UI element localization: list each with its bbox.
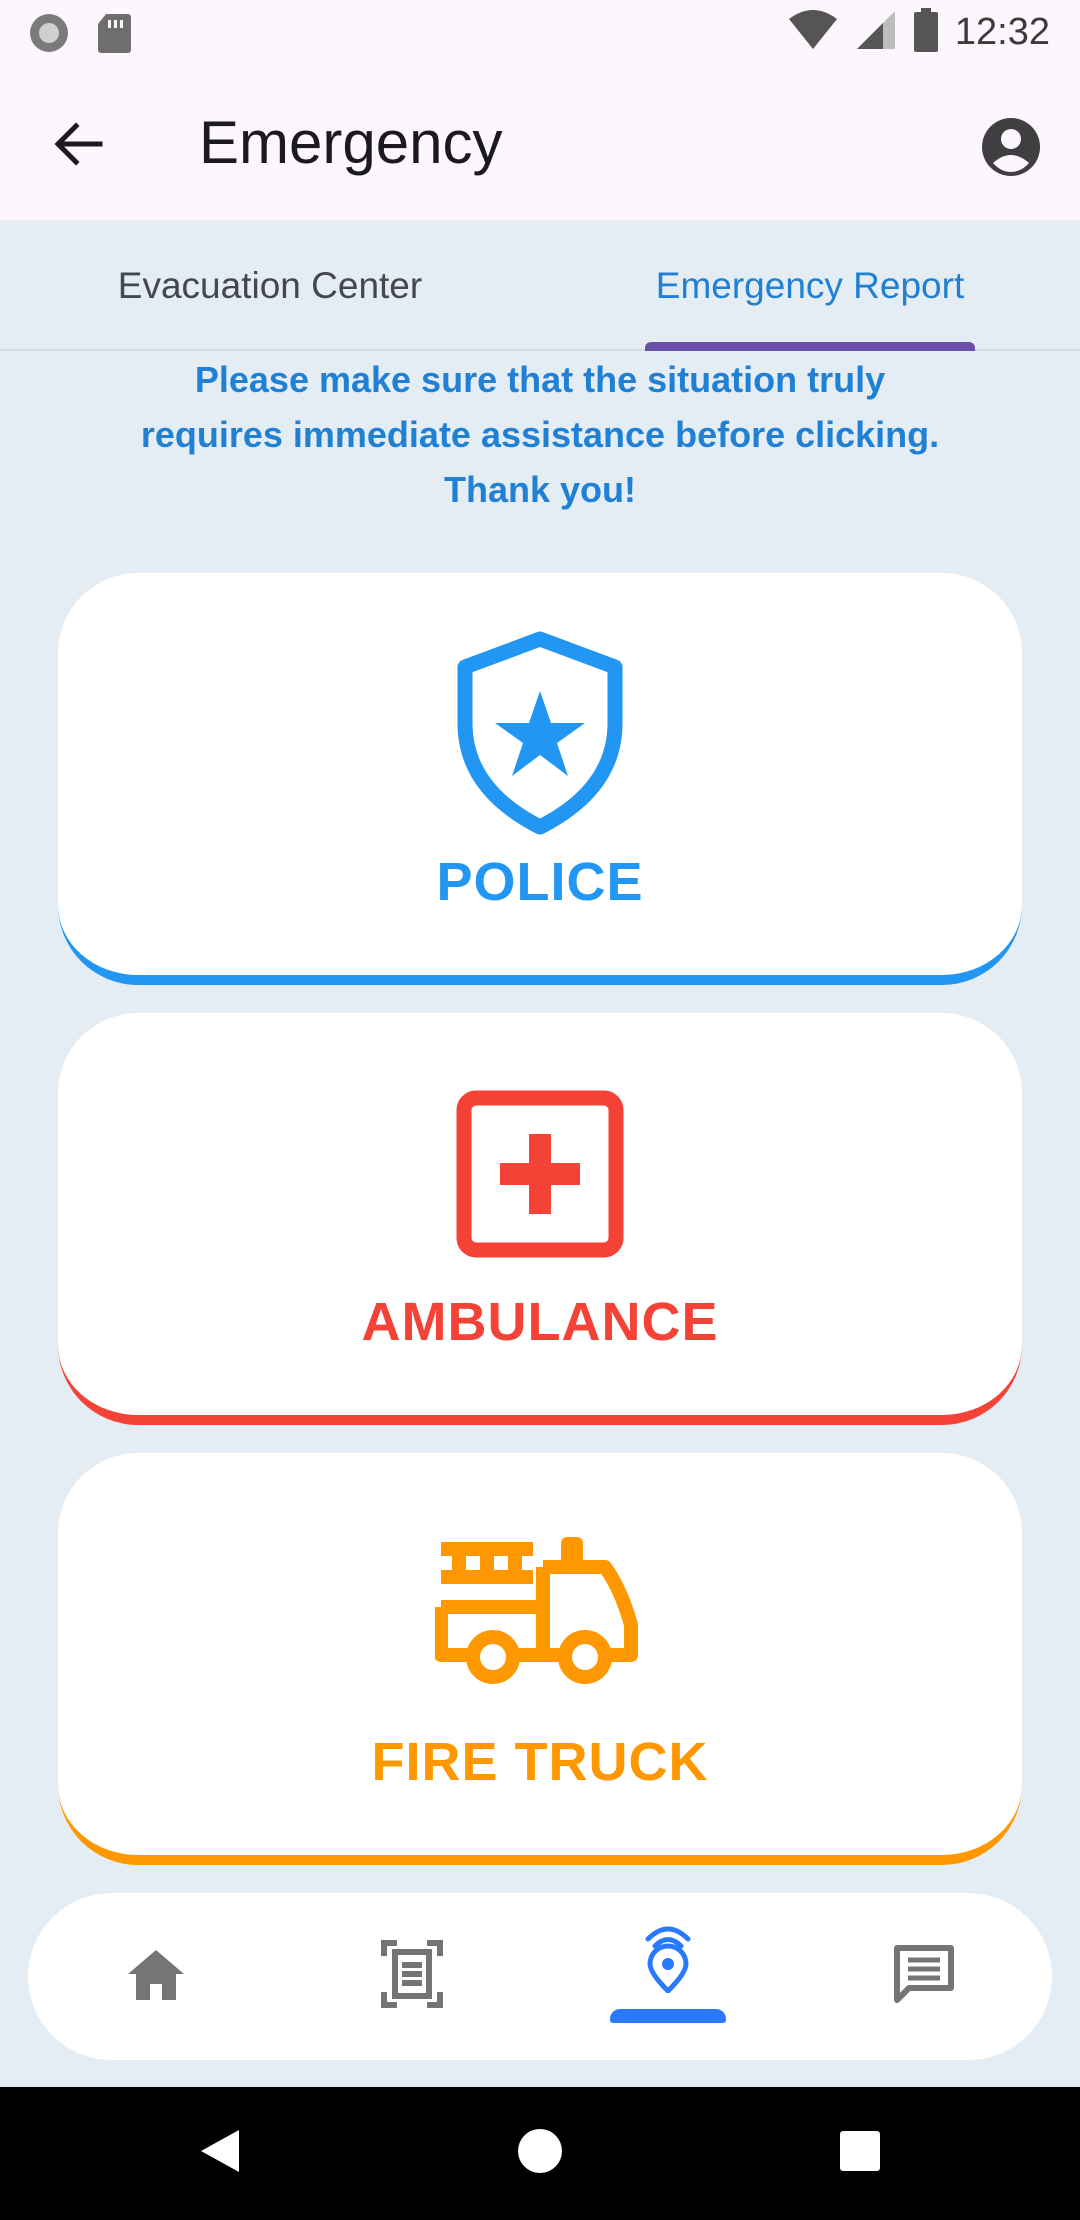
tab-indicator: [645, 342, 975, 351]
battery-icon: [913, 8, 939, 57]
ambulance-label: AMBULANCE: [361, 1292, 719, 1352]
fire-truck-button[interactable]: FIRE TRUCK: [58, 1453, 1022, 1865]
nav-document-scan[interactable]: [284, 1893, 540, 2060]
medical-cross-icon: [456, 1090, 624, 1263]
nav-emergency[interactable]: [540, 1893, 796, 2060]
app-bar: Emergency: [0, 68, 1080, 220]
chat-icon: [893, 1944, 955, 2009]
back-button[interactable]: [46, 114, 110, 178]
circle-home-icon: [517, 2128, 563, 2179]
wifi-icon: [787, 9, 839, 56]
square-recents-icon: [838, 2129, 882, 2178]
tab-evacuation-center[interactable]: Evacuation Center: [0, 220, 540, 351]
account-button[interactable]: [978, 114, 1044, 180]
triangle-back-icon: [197, 2126, 243, 2181]
tab-bar: Evacuation Center Emergency Report: [0, 220, 1080, 351]
police-shield-icon: [455, 631, 625, 840]
fire-truck-label: FIRE TRUCK: [371, 1732, 709, 1792]
arrow-back-icon: [52, 118, 104, 175]
status-time: 12:32: [954, 11, 1050, 53]
sd-card-icon: [96, 12, 132, 59]
fire-truck-icon: [434, 1529, 645, 1704]
document-scan-icon: [381, 1940, 443, 2013]
home-icon: [126, 1946, 186, 2007]
police-button[interactable]: POLICE: [58, 573, 1022, 985]
page-title: Emergency: [199, 109, 503, 176]
system-navigation-bar: [0, 2087, 1080, 2220]
record-icon: [28, 12, 70, 59]
signal-icon: [855, 9, 897, 56]
nav-home[interactable]: [28, 1893, 284, 2060]
app-root: 12:32 Emergency Evacuation Center Emerge…: [0, 0, 1080, 2220]
notice-text: Please make sure that the situation trul…: [80, 352, 1000, 517]
police-label: POLICE: [436, 852, 644, 912]
nav-active-indicator: [610, 2009, 726, 2023]
tab-emergency-report[interactable]: Emergency Report: [540, 220, 1080, 351]
system-recents-button[interactable]: [800, 2087, 920, 2220]
account-circle-icon: [978, 118, 1044, 184]
ambulance-button[interactable]: AMBULANCE: [58, 1013, 1022, 1425]
location-broadcast-icon: [638, 1919, 698, 1998]
system-back-button[interactable]: [160, 2087, 280, 2220]
system-home-button[interactable]: [480, 2087, 600, 2220]
notice-line-3: Thank you!: [443, 469, 636, 510]
bottom-navigation: [28, 1893, 1052, 2060]
notice-line-1: Please make sure that the situation trul…: [194, 359, 886, 400]
notice-line-2: requires immediate assistance before cli…: [140, 414, 940, 455]
nav-messages[interactable]: [796, 1893, 1052, 2060]
status-bar: 12:32: [0, 0, 1080, 68]
